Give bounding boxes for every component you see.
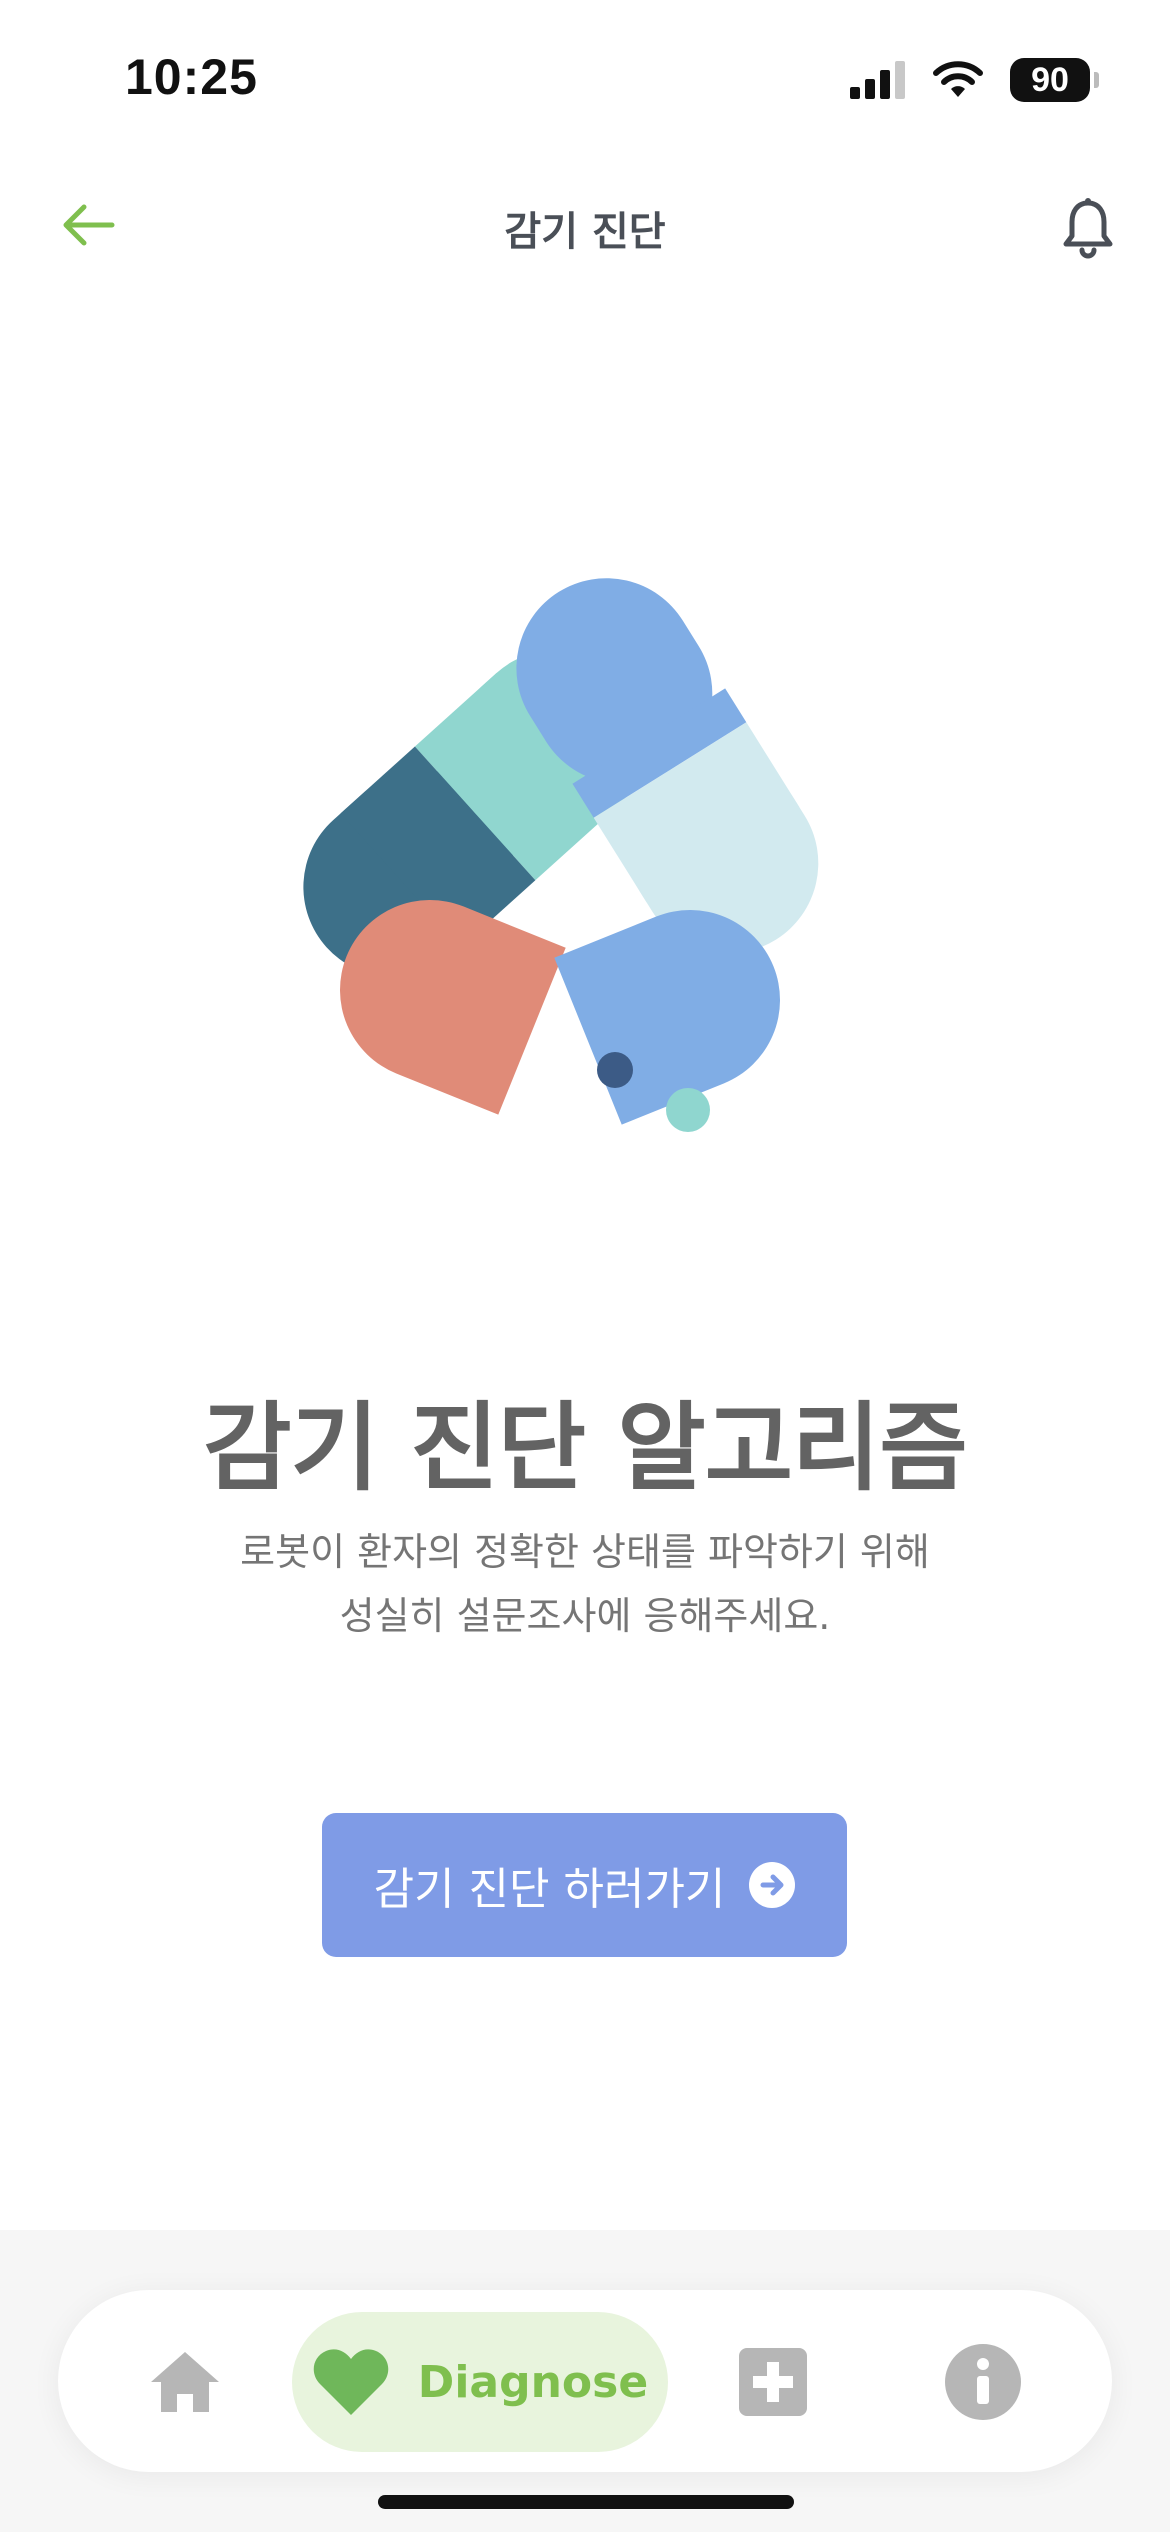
nav-item-info[interactable]: [938, 2312, 1028, 2452]
arrow-right-circle-icon: [749, 1862, 796, 1908]
home-icon: [151, 2352, 219, 2412]
heart-icon: [313, 2349, 389, 2415]
hero-description-line-1: 로봇이 환자의 정확한 상태를 파악하기 위해: [240, 1530, 930, 1574]
home-indicator: [378, 2495, 794, 2509]
status-indicators: 90: [850, 52, 1099, 108]
app-header: 감기 진단: [0, 175, 1170, 275]
bell-icon: [1063, 198, 1113, 259]
start-diagnosis-label: 감기 진단 하러가기: [373, 1864, 726, 1915]
hero-description-line-2: 성실히 설문조사에 응해주세요.: [339, 1594, 831, 1638]
page-title: 감기 진단: [504, 209, 666, 255]
info-icon: [945, 2344, 1021, 2420]
notification-button[interactable]: [1048, 189, 1128, 269]
nav-item-home[interactable]: [140, 2312, 230, 2452]
plus-square-icon: [739, 2348, 807, 2416]
battery-indicator: 90: [1010, 58, 1099, 102]
pill-capsules-illustration: [303, 578, 819, 1132]
hero-description: 로봇이 환자의 정확한 상태를 파악하기 위해 성실히 설문조사에 응해주세요.: [0, 1520, 1170, 1648]
nav-item-diagnose[interactable]: Diagnose: [292, 2312, 668, 2452]
nav-item-diagnose-label: Diagnose: [417, 2356, 649, 2408]
hero-title: 감기 진단 알고리즘: [203, 1392, 967, 1504]
status-time: 10:25: [125, 49, 258, 105]
battery-level: 90: [1031, 60, 1069, 99]
signal-icon: [850, 61, 905, 99]
nav-item-medical[interactable]: [728, 2312, 818, 2452]
start-diagnosis-button[interactable]: 감기 진단 하러가기: [322, 1813, 847, 1957]
wifi-icon: [933, 61, 983, 97]
